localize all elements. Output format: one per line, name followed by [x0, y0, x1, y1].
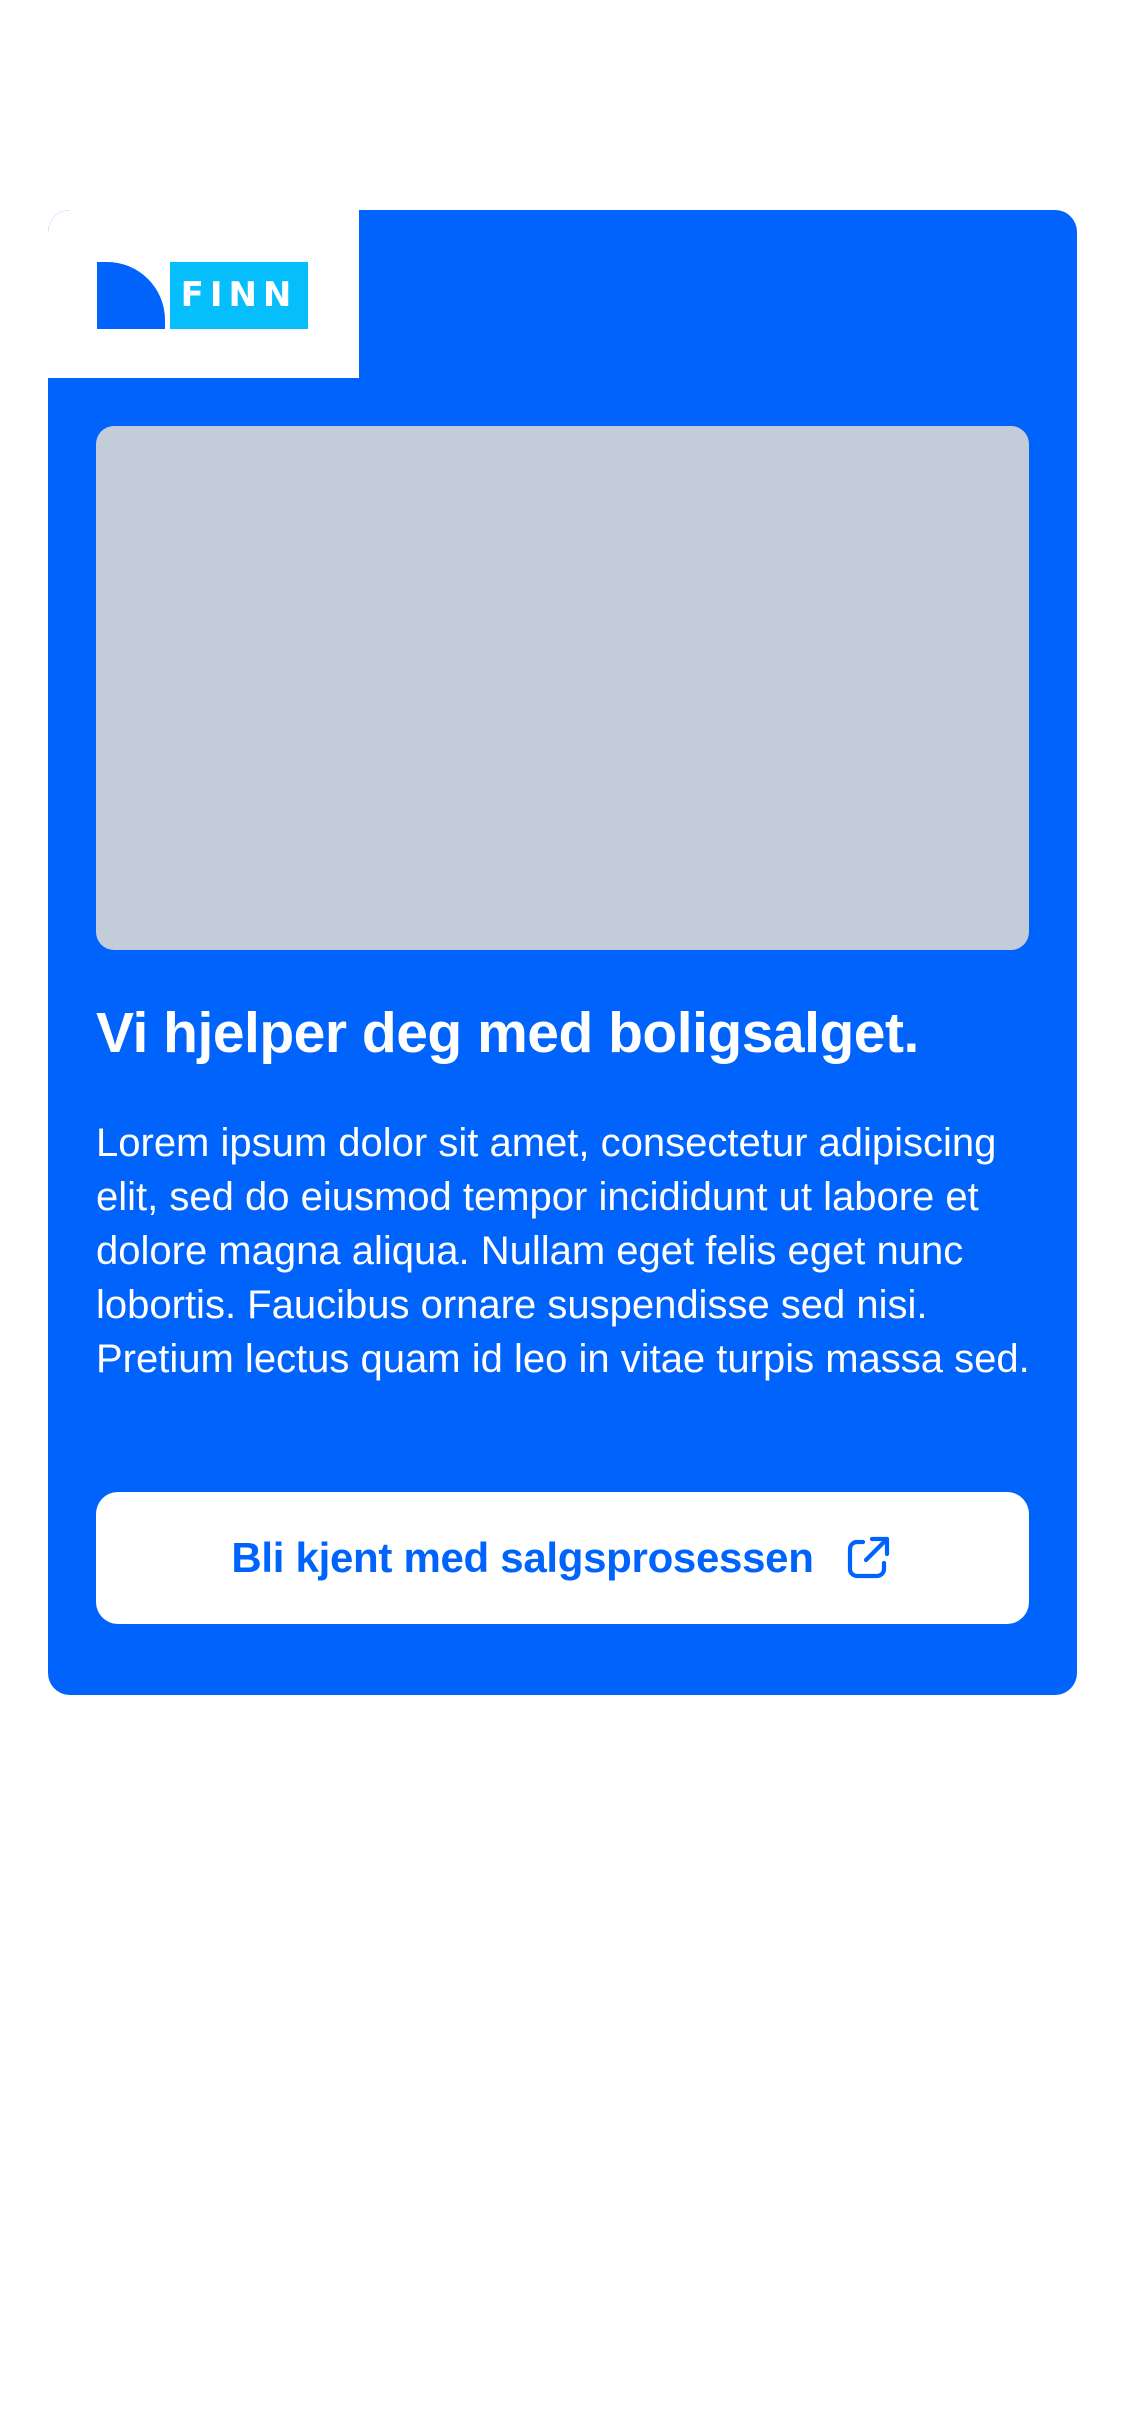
logo-tab: FINN [48, 210, 359, 378]
external-link-icon [847, 1536, 889, 1579]
finn-logo-shape-icon [97, 262, 165, 329]
card-body-text: Lorem ipsum dolor sit amet, consectetur … [96, 1121, 1030, 1381]
learn-sales-process-button[interactable]: Bli kjent med salgsprosessen [96, 1492, 1029, 1624]
cta-button-label: Bli kjent med salgsprosessen [231, 1534, 814, 1581]
promo-card: FINN Vi hjelper deg med boligsalget. Lor… [48, 210, 1077, 1695]
hero-image-placeholder [96, 426, 1029, 950]
card-headline: Vi hjelper deg med boligsalget. [96, 1001, 919, 1065]
finn-logo-wordmark: FINN [170, 262, 308, 329]
